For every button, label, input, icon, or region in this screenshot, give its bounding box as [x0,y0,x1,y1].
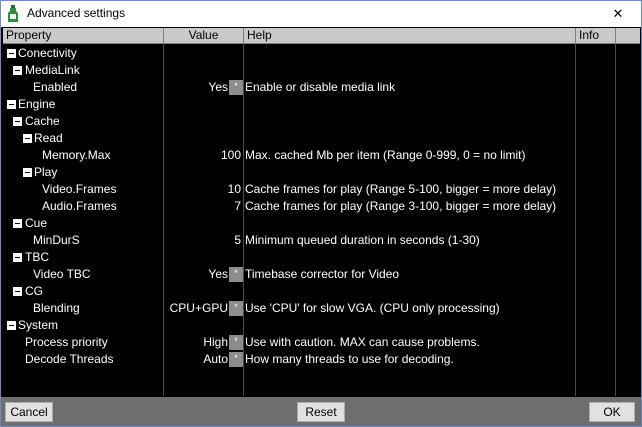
setting-row[interactable]: MinDurS 5 Minimum queued duration in secon… [3,232,640,249]
collapse-toggle-icon[interactable] [7,321,16,330]
tree-group-row[interactable]: Read [3,130,640,147]
reset-button[interactable]: Reset [297,402,345,422]
property-label: Audio.Frames [42,199,117,213]
property-value[interactable]: Yes [208,266,228,283]
setting-row[interactable]: Blending CPU+GPU * Use 'CPU' for slow VGA. … [3,300,640,317]
collapse-toggle-icon[interactable] [13,287,22,296]
ok-button[interactable]: OK [589,402,635,422]
property-label: Memory.Max [42,148,111,162]
property-label: Cue [25,216,48,230]
edit-value-button[interactable]: * [229,80,243,95]
window-title: Advanced settings [27,6,126,20]
setting-row[interactable]: Video TBC Yes * Timebase corrector for Vide… [3,266,640,283]
setting-row[interactable]: Memory.Max 100 Max. cached Mb per item (Ra… [3,147,640,164]
property-label: MinDurS [33,233,80,247]
tree-group-row[interactable]: MediaLink [3,62,640,79]
property-value[interactable]: 10 [228,181,241,198]
tree-group-row[interactable]: Play [3,164,640,181]
help-text: Cache frames for play (Range 5-100, bigg… [245,182,557,196]
collapse-toggle-icon[interactable] [23,168,32,177]
tree-group-row[interactable]: CG [3,283,640,300]
property-label: Enabled [33,80,78,94]
tree-group-row[interactable]: Cache [3,113,640,130]
tree-group-row[interactable]: Conectivity [3,45,640,62]
setting-row[interactable]: Audio.Frames 7 Cache frames for play (Rang… [3,198,640,215]
title-bar: Advanced settings ✕ [1,1,641,27]
property-label: Play [34,165,58,179]
help-text: Timebase corrector for Video [245,267,400,281]
property-label: Engine [18,97,56,111]
property-label: System [18,318,59,332]
help-text: Use 'CPU' for slow VGA. (CPU only proces… [245,301,500,315]
edit-value-button[interactable]: * [229,267,243,282]
cancel-button[interactable]: Cancel [5,402,53,422]
property-label: Process priority [25,335,108,349]
column-header-blank [616,28,640,44]
collapse-toggle-icon[interactable] [13,219,22,228]
property-label: MediaLink [25,63,80,77]
close-button[interactable]: ✕ [595,1,641,27]
tree-group-row[interactable]: Engine [3,96,640,113]
help-text: Cache frames for play (Range 3-100, bigg… [245,199,557,213]
property-label: Video.Frames [42,182,117,196]
setting-row[interactable]: Decode Threads Auto * How many threads to u… [3,351,640,368]
property-value[interactable]: 7 [234,198,241,215]
property-value[interactable]: Auto [203,351,228,368]
tree-group-row[interactable]: Cue [3,215,640,232]
collapse-toggle-icon[interactable] [7,100,16,109]
property-value[interactable]: CPU+GPU [170,300,228,317]
column-header-info[interactable]: Info [576,28,616,44]
property-label: Read [34,131,63,145]
help-text: Max. cached Mb per item (Range 0-999, 0 … [245,148,526,162]
property-label: Cache [25,114,60,128]
help-text: How many threads to use for decoding. [245,352,454,366]
app-bottle-icon [8,5,18,22]
edit-value-button[interactable]: * [229,301,243,316]
collapse-toggle-icon[interactable] [23,134,32,143]
advanced-settings-window: Advanced settings ✕ Property Value Help … [0,0,642,427]
collapse-toggle-icon[interactable] [7,49,16,58]
property-label: CG [25,284,43,298]
settings-grid: Property Value Help Info Conectivity Medi… [3,28,640,396]
setting-row[interactable]: Enabled Yes * Enable or disable media link [3,79,640,96]
tree-group-row[interactable]: System [3,317,640,334]
collapse-toggle-icon[interactable] [13,66,22,75]
column-header-property[interactable]: Property [3,28,164,44]
property-value[interactable]: Yes [208,79,228,96]
property-value[interactable]: 5 [234,232,241,249]
property-label: Conectivity [18,46,77,60]
setting-row[interactable]: Video.Frames 10 Cache frames for play (Ran… [3,181,640,198]
collapse-toggle-icon[interactable] [13,253,22,262]
property-value[interactable]: High [203,334,228,351]
column-header-value[interactable]: Value [164,28,244,44]
dialog-footer: Cancel Reset OK [1,397,641,426]
column-header-help[interactable]: Help [244,28,576,44]
collapse-toggle-icon[interactable] [13,117,22,126]
property-label: Decode Threads [25,352,114,366]
tree-group-row[interactable]: TBC [3,249,640,266]
property-label: Video TBC [33,267,91,281]
help-text: Enable or disable media link [245,80,396,94]
help-text: Minimum queued duration in seconds (1-30… [245,233,480,247]
property-value[interactable]: 100 [221,147,241,164]
edit-value-button[interactable]: * [229,352,243,367]
property-label: TBC [25,250,49,264]
help-text: Use with caution. MAX can cause problems… [245,335,480,349]
edit-value-button[interactable]: * [229,335,243,350]
close-icon: ✕ [612,6,624,21]
setting-row[interactable]: Process priority High * Use with caution. M… [3,334,640,351]
property-label: Blending [33,301,80,315]
